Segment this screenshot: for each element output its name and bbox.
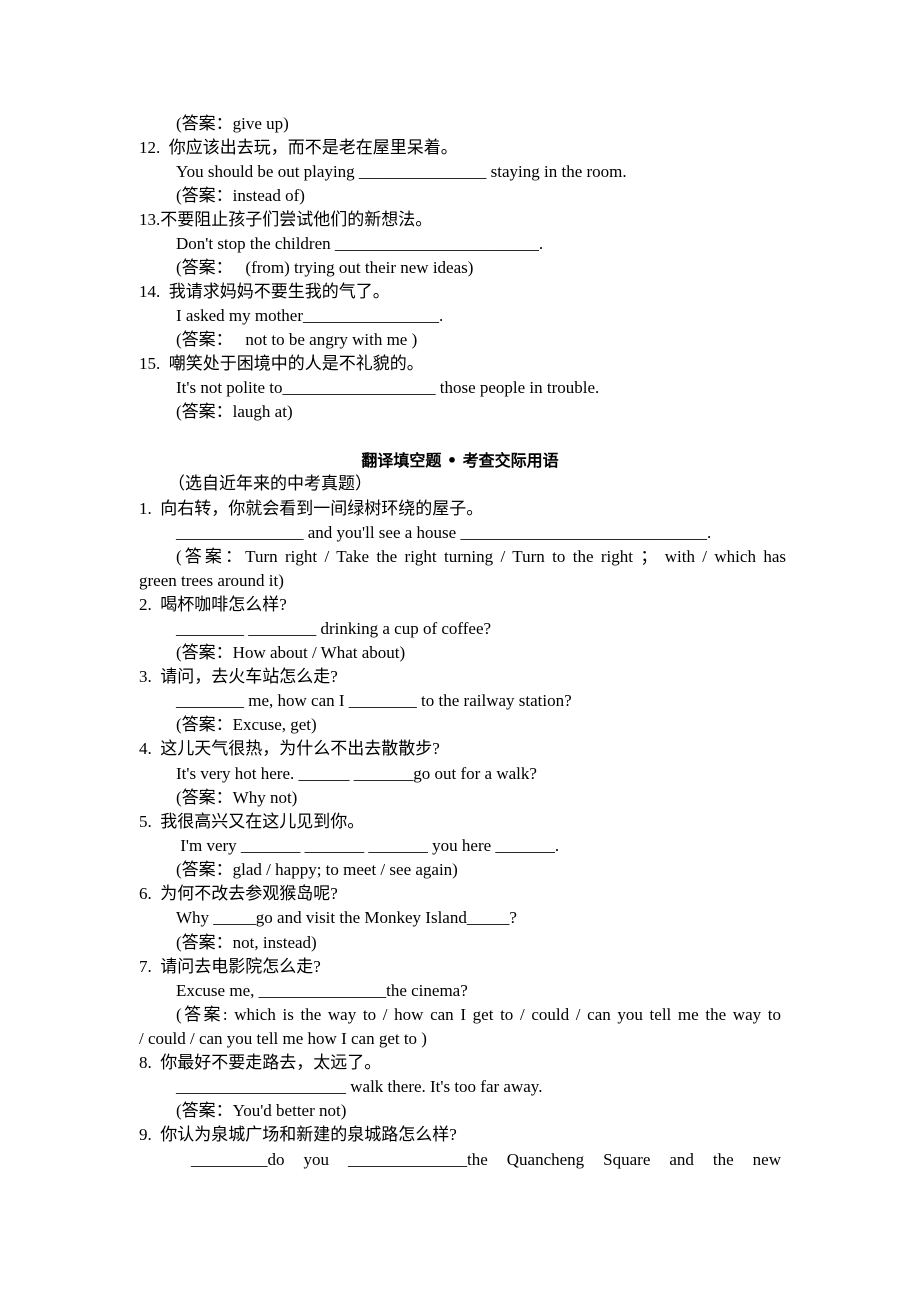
item-8-answer: (答案：You'd better not) <box>176 1101 347 1120</box>
item-7-prompt: 7. 请问去电影院怎么走? <box>139 957 321 976</box>
prompt-13: 13.不要阻止孩子们尝试他们的新想法。 <box>139 210 433 229</box>
item-8-sentence: ____________________ walk there. It's to… <box>176 1077 543 1096</box>
item-1-sentence: _______________ and you'll see a house _… <box>176 523 712 542</box>
item-3-answer: (答案：Excuse, get) <box>176 715 317 734</box>
answer-14: (答案： not to be angry with me ) <box>176 330 418 349</box>
item-5-sentence: I'm very _______ _______ _______ you her… <box>176 836 560 855</box>
item-6-sentence: Why _____go and visit the Monkey Island_… <box>176 908 517 927</box>
item-2-prompt: 2. 喝杯咖啡怎么样? <box>139 595 287 614</box>
item-9-sentence: _________do you ______________the Quanch… <box>191 1150 781 1169</box>
prompt-15: 15. 嘲笑处于困境中的人是不礼貌的。 <box>139 354 424 373</box>
item-7-answer-cont: / could / can you tell me how I can get … <box>139 1029 427 1048</box>
item-4-prompt: 4. 这儿天气很热，为什么不出去散散步? <box>139 739 440 758</box>
item-4-sentence: It's very hot here. ______ _______go out… <box>176 764 537 783</box>
item-7-sentence: Excuse me, _______________the cinema? <box>176 981 468 1000</box>
sentence-13: Don't stop the children ________________… <box>176 234 544 253</box>
sentence-15: It's not polite to__________________ tho… <box>176 378 600 397</box>
section-title: 翻译填空题 • 考查交际用语 <box>361 451 559 470</box>
answer-11: (答案：give up) <box>176 114 289 133</box>
item-8-prompt: 8. 你最好不要走路去，太远了。 <box>139 1053 382 1072</box>
answer-15: (答案：laugh at) <box>176 402 293 421</box>
answer-13: (答案： (from) trying out their new ideas) <box>176 258 474 277</box>
item-3-prompt: 3. 请问，去火车站怎么走? <box>139 667 338 686</box>
item-9-prompt: 9. 你认为泉城广场和新建的泉城路怎么样? <box>139 1125 457 1144</box>
item-5-prompt: 5. 我很高兴又在这儿见到你。 <box>139 812 365 831</box>
item-2-sentence: ________ ________ drinking a cup of coff… <box>176 619 492 638</box>
answer-12: (答案：instead of) <box>176 186 305 205</box>
prompt-12: 12. 你应该出去玩，而不是老在屋里呆着。 <box>139 138 458 157</box>
sentence-12: You should be out playing ______________… <box>176 162 627 181</box>
item-6-answer: (答案：not, instead) <box>176 933 317 952</box>
item-7-answer: (答案: which is the way to / how can I get… <box>176 1005 781 1024</box>
item-4-answer: (答案：Why not) <box>176 788 298 807</box>
item-1-prompt: 1. 向右转，你就会看到一间绿树环绕的屋子。 <box>139 499 484 518</box>
sentence-14: I asked my mother________________. <box>176 306 444 325</box>
item-2-answer: (答案：How about / What about) <box>176 643 406 662</box>
item-1-answer: (答案：Turn right / Take the right turning … <box>176 547 786 566</box>
item-1-answer-cont: green trees around it) <box>139 571 284 590</box>
prompt-14: 14. 我请求妈妈不要生我的气了。 <box>139 282 390 301</box>
section-subtitle: （选自近年来的中考真题） <box>168 474 372 493</box>
item-3-sentence: ________ me, how can I ________ to the r… <box>176 691 572 710</box>
item-6-prompt: 6. 为何不改去参观猴岛呢? <box>139 884 338 903</box>
item-5-answer: (答案：glad / happy; to meet / see again) <box>176 860 458 879</box>
